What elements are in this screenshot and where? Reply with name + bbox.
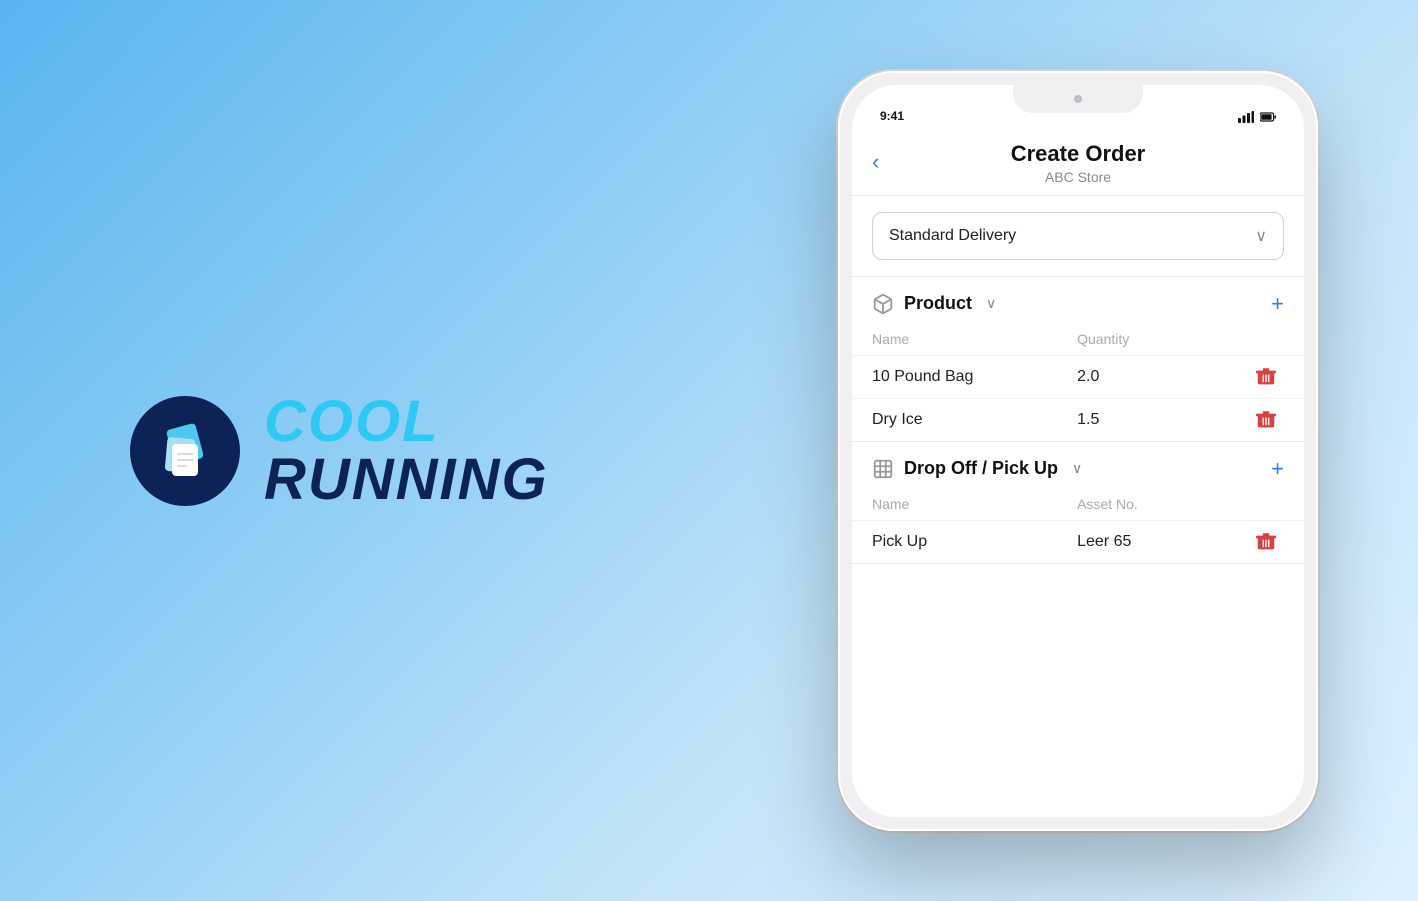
dropoff-add-button[interactable]: + [1271,456,1284,482]
product-chevron-icon: ∨ [986,295,996,312]
dropoff-col-name: Name [872,496,1077,512]
back-button[interactable]: ‹ [872,149,879,175]
product-row-2-qty: 1.5 [1077,411,1248,429]
chevron-down-icon: ∨ [1255,226,1267,246]
dropoff-row-1-name: Pick Up [872,533,1077,551]
product-row-1: 10 Pound Bag 2.0 [852,355,1304,398]
logo-area: COOL RUNNING [130,393,549,509]
product-section-left: Product ∨ [872,293,996,315]
status-icons [1238,111,1276,123]
dropoff-chevron-icon: ∨ [1072,460,1082,477]
product-row-1-delete[interactable] [1248,366,1284,388]
delivery-section: Standard Delivery ∨ [852,196,1304,277]
product-table-header: Name Quantity [852,327,1304,355]
phone-shell: 9:41 ‹ Create Order ABC Store Standard [838,71,1318,831]
product-row-2-name: Dry Ice [872,411,1077,429]
dropoff-col-asset: Asset No. [1077,496,1248,512]
product-col-name: Name [872,331,1077,347]
product-row-1-qty: 2.0 [1077,368,1248,386]
logo-running-text: RUNNING [264,451,549,509]
dropoff-table-header: Name Asset No. [852,492,1304,520]
dropoff-icon [872,458,894,480]
signal-icon [1238,111,1254,123]
product-section-title: Product [904,293,972,314]
delivery-dropdown-text: Standard Delivery [889,227,1016,245]
dropoff-section-header: Drop Off / Pick Up ∨ + [852,442,1304,492]
page-header: ‹ Create Order ABC Store [852,129,1304,196]
product-section: Product ∨ + Name Quantity 10 Pound Bag [852,277,1304,442]
camera-dot [1074,95,1082,103]
trash-icon-2 [1255,409,1277,431]
dropoff-row-1: Pick Up Leer 65 [852,520,1304,563]
logo-circle [130,396,240,506]
phone-notch [1013,85,1143,113]
dropoff-section-title: Drop Off / Pick Up [904,458,1058,479]
product-col-quantity: Quantity [1077,331,1248,347]
delivery-dropdown[interactable]: Standard Delivery ∨ [872,212,1284,260]
page-title: Create Order [876,141,1280,167]
logo-icon [150,416,220,486]
product-row-2-delete[interactable] [1248,409,1284,431]
product-icon [872,293,894,315]
logo-cool-text: COOL [264,393,549,451]
page-subtitle: ABC Store [876,169,1280,185]
phone-screen: 9:41 ‹ Create Order ABC Store Standard [852,85,1304,817]
app-content: ‹ Create Order ABC Store Standard Delive… [852,129,1304,817]
logo-text: COOL RUNNING [264,393,549,509]
product-row-2: Dry Ice 1.5 [852,398,1304,441]
battery-icon [1260,111,1276,123]
dropoff-section: Drop Off / Pick Up ∨ + Name Asset No. Pi… [852,442,1304,564]
trash-icon [1255,366,1277,388]
time-display: 9:41 [880,109,904,123]
dropoff-section-left: Drop Off / Pick Up ∨ [872,458,1082,480]
trash-icon-3 [1255,531,1277,553]
dropoff-row-1-delete[interactable] [1248,531,1284,553]
dropoff-row-1-asset: Leer 65 [1077,533,1248,551]
product-section-header: Product ∨ + [852,277,1304,327]
product-row-1-name: 10 Pound Bag [872,368,1077,386]
phone-mockup: 9:41 ‹ Create Order ABC Store Standard [838,71,1318,831]
product-add-button[interactable]: + [1271,291,1284,317]
